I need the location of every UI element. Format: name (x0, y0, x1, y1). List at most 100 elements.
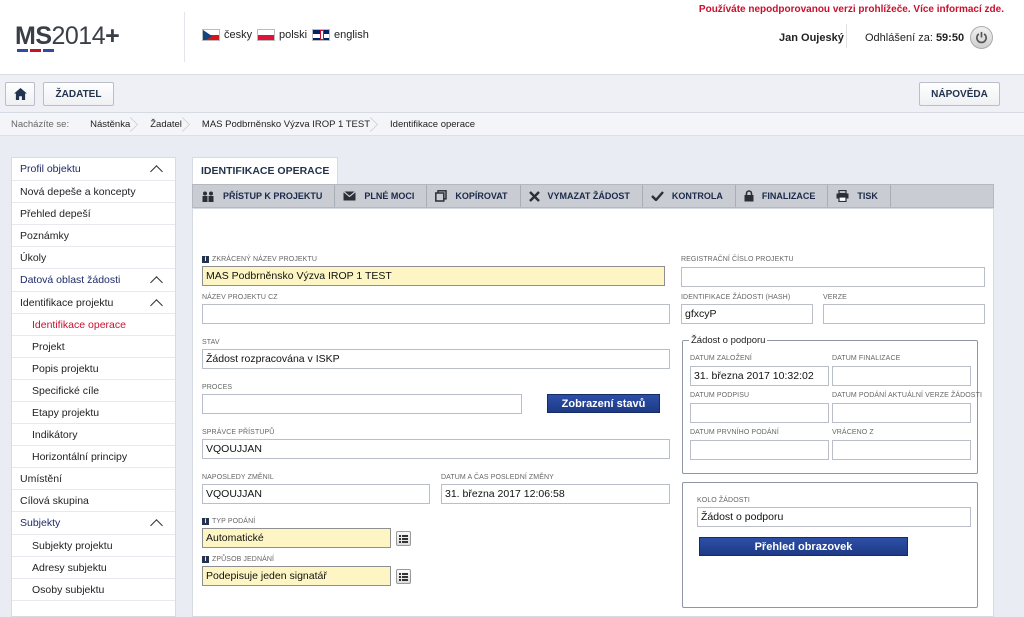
logo-bar (30, 49, 41, 52)
sidebar-item-nova-depese[interactable]: Nová depeše a koncepty (12, 181, 175, 203)
sidebar-item-osoby-subjektu[interactable]: Osoby subjektu (12, 579, 175, 601)
pristup-k-projektu-button[interactable]: PŘÍSTUP K PROJEKTU (193, 185, 336, 207)
breadcrumb-item-zadatel[interactable]: Žadatel (140, 113, 192, 136)
sidebar-item-indikatory[interactable]: Indikátory (12, 424, 175, 446)
vymazat-zadost-button[interactable]: VYMAZAT ŽÁDOST (521, 185, 643, 207)
datum-podani-verze-field[interactable] (832, 403, 971, 423)
sidebar-item-projekt[interactable]: Projekt (12, 336, 175, 358)
sidebar-item-etapy-projektu[interactable]: Etapy projektu (12, 402, 175, 424)
list-icon (399, 534, 408, 543)
prehled-obrazovek-button[interactable]: Přehled obrazovek (699, 537, 908, 556)
chevron-up-icon[interactable] (150, 276, 163, 289)
action-label: FINALIZACE (761, 191, 816, 201)
sidebar-item-label: Přehled depeší (20, 208, 91, 220)
sidebar-item-poznamky[interactable]: Poznámky (12, 225, 175, 247)
language-pl[interactable]: polski (257, 29, 307, 41)
datum-zmeny-field[interactable]: 31. března 2017 12:06:58 (441, 484, 670, 504)
logo-bars (17, 49, 54, 52)
unsupported-browser-notice[interactable]: Používáte nepodporovanou verzi prohlížeč… (699, 4, 1004, 15)
sidebar-item-identifikace-projektu[interactable]: Identifikace projektu (12, 292, 175, 314)
info-icon[interactable]: i (202, 518, 209, 525)
sidebar-item-label: Nová depeše a koncepty (20, 186, 136, 198)
sidebar-item-identifikace-operace[interactable]: Identifikace operace (12, 314, 175, 336)
datum-podpisu-field[interactable] (690, 403, 829, 423)
typ-podani-list-button[interactable] (396, 531, 411, 546)
typ-podani-field[interactable]: Automatické (202, 528, 391, 548)
action-label: VYMAZAT ŽÁDOST (547, 191, 630, 201)
language-cz[interactable]: česky (202, 29, 252, 41)
datum-prvniho-podani-field[interactable] (690, 440, 829, 460)
datum-zalozeni-field[interactable]: 31. března 2017 10:32:02 (690, 366, 829, 386)
ms2014-logo[interactable]: MS2014+ (15, 22, 120, 51)
chevron-up-icon[interactable] (150, 165, 163, 178)
zpusob-jednani-field[interactable]: Podepisuje jeden signatář (202, 566, 391, 586)
sidebar-item-label: Profil objektu (20, 163, 81, 175)
sidebar-item-label: Projekt (32, 341, 65, 353)
sidebar-item-cilova-skupina[interactable]: Cílová skupina (12, 490, 175, 512)
envelope-icon (343, 191, 357, 201)
breadcrumb-item-label: MAS Podbrněnsko Výzva IROP 1 TEST (201, 118, 371, 130)
chevron-up-icon[interactable] (150, 519, 163, 532)
breadcrumb-item-nastenka[interactable]: Nástěnka (80, 113, 140, 136)
sidebar-item-label: Poznámky (20, 230, 70, 242)
help-button[interactable]: NÁPOVĚDA (919, 82, 1000, 106)
sidebar-item-subjekty-projektu[interactable]: Subjekty projektu (12, 535, 175, 557)
logout-countdown: Odhlášení za: 59:50 (865, 32, 964, 44)
user-name[interactable]: Jan Oujeský (779, 32, 844, 44)
typ-podani-label-text: TYP PODÁNÍ (212, 518, 256, 525)
sidebar-item-label: Indikátory (32, 429, 78, 441)
zkraceny-nazev-field[interactable]: MAS Podbrněnsko Výzva IROP 1 TEST (202, 266, 665, 286)
registracni-cislo-label: REGISTRAČNÍ ČÍSLO PROJEKTU (681, 256, 794, 263)
plne-moci-button[interactable]: PLNÉ MOCI (335, 185, 428, 207)
language-en[interactable]: english (312, 29, 369, 41)
home-button[interactable] (5, 82, 35, 106)
kolo-zadosti-field[interactable]: Žádost o podporu (697, 507, 971, 527)
action-label: KONTROLA (671, 191, 723, 201)
sidebar-item-popis-projektu[interactable]: Popis projektu (12, 358, 175, 380)
app-header: MS2014+ česky polski english Používáte n… (0, 0, 1024, 75)
hash-field[interactable]: gfxcyP (681, 304, 813, 324)
zadatel-button[interactable]: ŽADATEL (43, 82, 114, 106)
sidebar-item-subjekty[interactable]: Subjekty (12, 512, 175, 535)
stav-field[interactable]: Žádost rozpracována v ISKP (202, 349, 670, 369)
kolo-zadosti-label: KOLO ŽÁDOSTI (697, 497, 750, 504)
kontrola-button[interactable]: KONTROLA (643, 185, 736, 207)
top-toolbar: ŽADATEL NÁPOVĚDA (0, 75, 1024, 113)
info-icon[interactable]: i (202, 256, 209, 263)
registracni-cislo-field[interactable] (681, 267, 985, 287)
naposledy-field[interactable]: VQOUJJAN (202, 484, 430, 504)
sidebar-item-horizontalni-principy[interactable]: Horizontální principy (12, 446, 175, 468)
sidebar-item-specificke-cile[interactable]: Specifické cíle (12, 380, 175, 402)
sidebar-item-ukoly[interactable]: Úkoly (12, 247, 175, 269)
kopirovat-button[interactable]: KOPÍROVAT (427, 185, 521, 207)
datum-finalizace-field[interactable] (832, 366, 971, 386)
zpusob-jednani-list-button[interactable] (396, 569, 411, 584)
main-panel: IDENTIFIKACE OPERACE PŘÍSTUP K PROJEKTU … (192, 157, 994, 617)
list-icon (399, 572, 408, 581)
sidebar-item-datova-oblast[interactable]: Datová oblast žádosti (12, 269, 175, 292)
proces-field[interactable] (202, 394, 522, 414)
zobrazeni-stavu-button[interactable]: Zobrazení stavů (547, 394, 660, 413)
sidebar-item-prehled-depesi[interactable]: Přehled depeší (12, 203, 175, 225)
logo-plus: + (105, 22, 120, 50)
breadcrumb-item-project[interactable]: MAS Podbrněnsko Výzva IROP 1 TEST (192, 113, 380, 136)
sidebar-item-profil-objektu[interactable]: Profil objektu (12, 158, 175, 181)
finalizace-button[interactable]: FINALIZACE (736, 185, 829, 207)
sidebar-item-label: Horizontální principy (32, 451, 128, 463)
chevron-up-icon[interactable] (150, 299, 163, 312)
verze-field[interactable] (823, 304, 985, 324)
vraceno-z-field[interactable] (832, 440, 971, 460)
spravce-field[interactable]: VQOUJJAN (202, 439, 670, 459)
identifikace-operace-form: i ZKRÁCENÝ NÁZEV PROJEKTU MAS Podbrněnsko… (192, 208, 994, 617)
nazev-cz-field[interactable] (202, 304, 670, 324)
datum-podani-verze-label: DATUM PODÁNÍ AKTUÁLNÍ VERZE ŽÁDOSTI (832, 392, 983, 399)
tisk-button[interactable]: TISK (828, 185, 891, 207)
sidebar-item-label: Osoby subjektu (32, 584, 105, 596)
logout-button[interactable] (970, 26, 993, 49)
sidebar-item-umisteni[interactable]: Umístění (12, 468, 175, 490)
tab-identifikace-operace[interactable]: IDENTIFIKACE OPERACE (192, 157, 339, 184)
info-icon[interactable]: i (202, 556, 209, 563)
sidebar-item-adresy-subjektu[interactable]: Adresy subjektu (12, 557, 175, 579)
language-label: česky (224, 29, 253, 41)
action-label: PLNÉ MOCI (364, 191, 415, 201)
